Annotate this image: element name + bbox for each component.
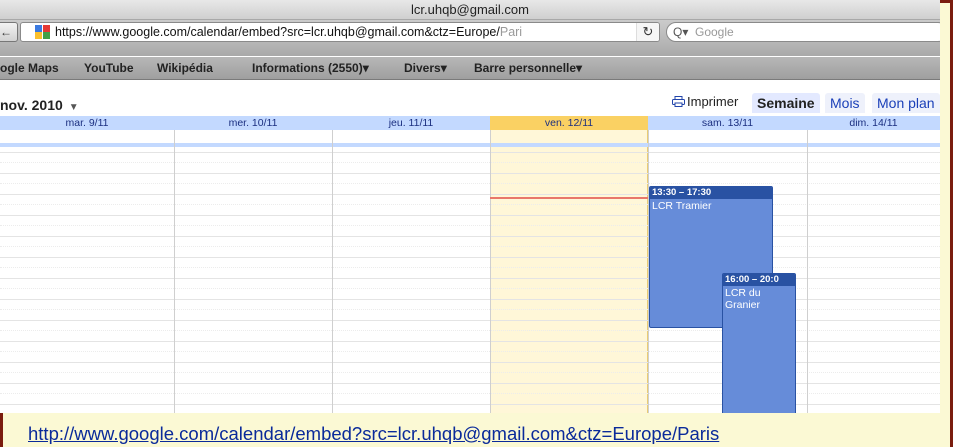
url-main-text: https://www.google.com/calendar/embed?sr… [55, 25, 500, 39]
bookmark-google-maps[interactable]: ogle Maps [0, 61, 59, 75]
half-hour-line [0, 372, 940, 373]
hour-line [0, 236, 940, 237]
hour-line [0, 383, 940, 384]
hour-line [0, 341, 940, 342]
current-time-line [490, 197, 648, 199]
tab-agenda[interactable]: Mon plan [872, 93, 940, 113]
half-hour-line [0, 288, 940, 289]
date-range-text: nov. 2010 [0, 97, 63, 113]
event-title: LCR du Granier [725, 287, 761, 311]
address-url: https://www.google.com/calendar/embed?sr… [55, 23, 522, 41]
reload-button[interactable]: ↻ [636, 23, 659, 41]
bookmark-divers[interactable]: Divers▾ [404, 61, 447, 75]
half-hour-line [0, 351, 940, 352]
tab-week[interactable]: Semaine [752, 93, 820, 113]
column-divider [332, 130, 333, 413]
half-hour-line [0, 330, 940, 331]
day-header[interactable]: mer. 10/11 [174, 116, 332, 130]
hour-line [0, 257, 940, 258]
hour-line [0, 215, 940, 216]
column-divider [174, 130, 175, 413]
half-hour-line [0, 183, 940, 184]
hour-line [0, 173, 940, 174]
hour-line [0, 362, 940, 363]
day-header[interactable]: sam. 13/11 [648, 116, 807, 130]
day-header[interactable]: jeu. 11/11 [332, 116, 490, 130]
date-range-selector[interactable]: nov. 2010 ▼ [0, 97, 79, 113]
hour-line [0, 404, 940, 405]
search-icon: Q▾ [673, 25, 689, 39]
today-header[interactable]: ven. 12/11 [490, 116, 648, 130]
bookmarks-bar: ogle Maps YouTube Wikipédia Informations… [0, 57, 940, 80]
print-label: Imprimer [687, 94, 739, 109]
half-hour-line [0, 267, 940, 268]
search-input[interactable]: Q▾ Google [666, 22, 940, 42]
half-hour-line [0, 246, 940, 247]
hour-line [0, 320, 940, 321]
calendar-url-link[interactable]: http://www.google.com/calendar/embed?src… [28, 423, 719, 445]
half-hour-line [0, 162, 940, 163]
bookmark-wikipedia[interactable]: Wikipédia [157, 61, 213, 75]
half-hour-line [0, 204, 940, 205]
arrow-left-icon: ← [0, 25, 12, 39]
browser-window: lcr.uhqb@gmail.com ← https://www.google.… [0, 0, 940, 413]
back-button[interactable]: ← [0, 22, 18, 42]
reload-icon: ↻ [642, 24, 654, 39]
printer-icon [672, 96, 685, 107]
print-link[interactable]: Imprimer [672, 94, 738, 109]
hour-line [0, 152, 940, 153]
day-header[interactable]: mar. 9/11 [0, 116, 174, 130]
hour-line [0, 194, 940, 195]
event-time: 16:00 – 20:0 [723, 274, 795, 286]
day-header-row: mar. 9/11 mer. 10/11 jeu. 11/11 sam. 13/… [0, 116, 940, 130]
half-hour-line [0, 309, 940, 310]
column-divider [807, 130, 808, 413]
day-header-today: ven. 12/11 [544, 117, 594, 129]
all-day-row [0, 143, 940, 147]
event-title: LCR Tramier [652, 200, 712, 212]
event-time: 13:30 – 17:30 [650, 187, 772, 199]
url-tail-text: Pari [499, 25, 523, 39]
hour-line [0, 278, 940, 279]
google-favicon-icon [35, 25, 50, 39]
address-bar[interactable]: https://www.google.com/calendar/embed?sr… [20, 22, 660, 42]
chevron-down-icon: ▼ [68, 102, 79, 113]
bookmark-youtube[interactable]: YouTube [84, 61, 134, 75]
half-hour-line [0, 225, 940, 226]
tab-month[interactable]: Mois [825, 93, 865, 113]
window-titlebar: lcr.uhqb@gmail.com [0, 0, 940, 20]
calendar-header: nov. 2010 ▼ Imprimer Semaine Mois Mon pla… [0, 80, 940, 116]
window-title: lcr.uhqb@gmail.com [411, 2, 529, 17]
hour-line [0, 299, 940, 300]
calendar-event[interactable]: 16:00 – 20:0 LCR du Granier [722, 273, 796, 413]
week-grid[interactable]: 13:30 – 17:30 LCR Tramier 16:00 – 20:0 L… [0, 130, 940, 413]
address-toolbar: ← https://www.google.com/calendar/embed?… [0, 20, 940, 56]
bookmark-informations[interactable]: Informations (2550)▾ [252, 61, 369, 75]
half-hour-line [0, 393, 940, 394]
column-divider [490, 130, 491, 413]
search-placeholder: Google [695, 25, 734, 39]
day-header[interactable]: dim. 14/11 [807, 116, 940, 130]
bookmark-barre-personnelle[interactable]: Barre personnelle▾ [474, 61, 582, 75]
